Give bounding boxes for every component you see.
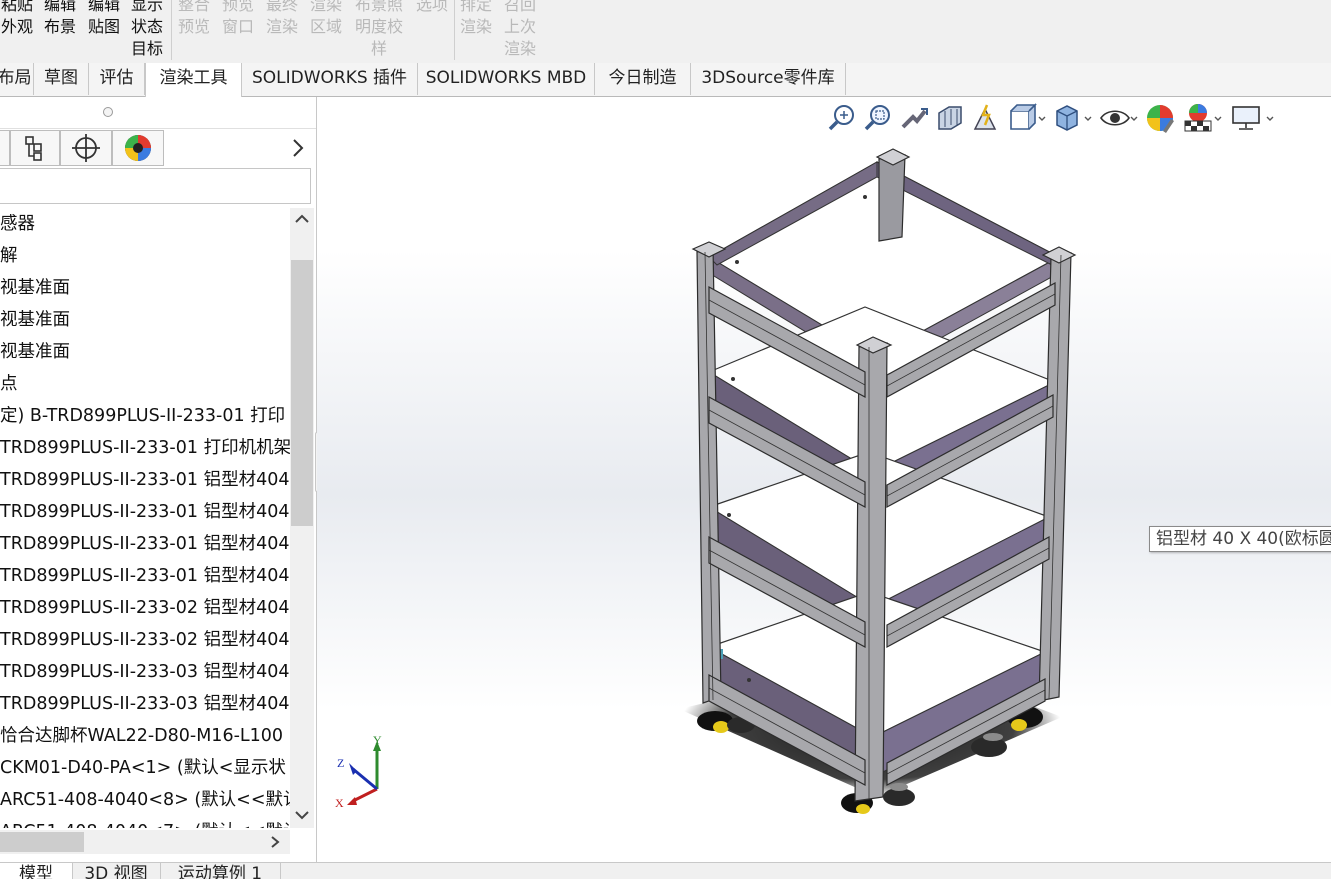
tree-item-origin[interactable]: 点	[0, 368, 18, 400]
tree-horizontal-scrollbar[interactable]	[0, 830, 290, 854]
tab-render-tools[interactable]: 渲染工具	[145, 63, 242, 97]
tab-3d-view[interactable]: 3D 视图	[72, 863, 161, 879]
feature-manager-panel: 感器 解 视基准面 视基准面 视基准面 点 定) B-TRD899PLUS-II…	[0, 97, 317, 862]
tab-layout[interactable]: 布局	[0, 63, 34, 95]
tree-item-sensors[interactable]: 感器	[0, 208, 35, 240]
appearance-tab[interactable]	[112, 130, 164, 166]
tree-item-component[interactable]: ARC51-408-4040<8> (默认<<默认	[0, 784, 290, 816]
tree-item-component[interactable]: TRD899PLUS-II-233-01 铝型材404(	[0, 496, 290, 528]
crosshair-icon	[72, 134, 100, 162]
integrated-preview-button[interactable]: 整合 预览	[174, 0, 214, 38]
panel-icon-bar	[0, 128, 316, 169]
tree-item-component[interactable]: CKM01-D40-PA<1> (默认<显示状	[0, 752, 286, 784]
tree-item-component[interactable]: TRD899PLUS-II-233-01 铝型材404(	[0, 528, 290, 560]
property-manager-tab[interactable]	[10, 130, 60, 166]
tree-item-annotations[interactable]: 解	[0, 240, 18, 272]
property-manager-icon	[25, 136, 42, 161]
component-tooltip: 铝型材 40 X 40(欧标圆	[1149, 526, 1331, 552]
tree-item-top-plane[interactable]: 视基准面	[0, 304, 70, 336]
tab-solidworks-mbd[interactable]: SOLIDWORKS MBD	[418, 63, 595, 95]
ribbon-separator	[171, 0, 172, 60]
tab-sketch[interactable]: 草图	[34, 63, 89, 95]
tab-evaluate[interactable]: 评估	[89, 63, 145, 95]
tree-item-right-plane[interactable]: 视基准面	[0, 336, 70, 368]
tree-item-component[interactable]: TRD899PLUS-II-233-02 铝型材404(	[0, 592, 290, 624]
chevron-right-icon[interactable]	[288, 136, 308, 160]
graphics-viewport[interactable]: Y Z X	[317, 97, 1331, 862]
scroll-up-icon[interactable]	[294, 212, 310, 226]
tab-solidworks-addins[interactable]: SOLIDWORKS 插件	[242, 63, 418, 95]
tree-item-component[interactable]: TRD899PLUS-II-233-01 铝型材404(	[0, 560, 290, 592]
triad-z-label: Z	[337, 756, 344, 770]
tree-item-component[interactable]: ARC51-408-4040<7> (默认<<默认	[0, 816, 290, 828]
scrollbar-thumb[interactable]	[291, 260, 313, 526]
bottom-tabs: 模型 3D 视图 运动算例 1	[0, 862, 1331, 879]
tree-item-component[interactable]: 定) B-TRD899PLUS-II-233-01 打印	[0, 400, 285, 432]
coordinate-triad: Y Z X	[335, 733, 382, 810]
feature-tree-tab[interactable]	[0, 130, 10, 166]
tree-filter-input[interactable]	[0, 168, 311, 204]
tree-item-component[interactable]: TRD899PLUS-II-233-02 铝型材404(	[0, 624, 290, 656]
feature-tree: 感器 解 视基准面 视基准面 视基准面 点 定) B-TRD899PLUS-II…	[0, 208, 290, 828]
tab-model[interactable]: 模型	[0, 863, 73, 879]
display-state-target-button[interactable]: 显示 状态 目标	[127, 0, 167, 60]
ribbon-separator	[454, 0, 455, 60]
edit-scene-button[interactable]: 编辑 布景	[40, 0, 80, 38]
command-manager-tabs: 布局 草图 评估 渲染工具 SOLIDWORKS 插件 SOLIDWORKS M…	[0, 63, 1331, 97]
ribbon: 粘贴 外观 编辑 布景 编辑 贴图 显示 状态 目标 整合 预览 预览 窗口 最终 渲染 渲染区…	[0, 0, 1331, 64]
tree-item-component[interactable]: TRD899PLUS-II-233-03 铝型材404(	[0, 688, 290, 720]
tree-item-front-plane[interactable]: 视基准面	[0, 272, 70, 304]
triad-x-label: X	[335, 796, 344, 810]
tree-item-component[interactable]: TRD899PLUS-II-233-01 打印机机架J	[0, 432, 290, 464]
scrollbar-thumb[interactable]	[0, 832, 84, 852]
scene-illumination-proof-button[interactable]: 布景照 明度校样	[350, 0, 408, 60]
tree-item-component[interactable]: 恰合达脚杯WAL22-D80-M16-L100	[0, 720, 283, 752]
tree-item-component[interactable]: TRD899PLUS-II-233-01 铝型材404(	[0, 464, 290, 496]
tree-item-component[interactable]: TRD899PLUS-II-233-03 铝型材404(	[0, 656, 290, 688]
recall-last-render-button[interactable]: 召回 上次 渲染	[500, 0, 540, 60]
tree-vertical-scrollbar[interactable]	[290, 208, 314, 828]
dimxpert-tab[interactable]	[60, 130, 112, 166]
preview-window-button[interactable]: 预览 窗口	[218, 0, 258, 38]
final-render-button[interactable]: 最终 渲染	[262, 0, 302, 38]
options-button[interactable]: 选项	[412, 0, 452, 16]
panel-grip[interactable]	[103, 107, 113, 117]
assembly-model[interactable]: Y Z X	[317, 97, 1331, 862]
triad-y-label: Y	[373, 733, 382, 747]
schedule-render-button[interactable]: 排定 渲染	[456, 0, 496, 38]
render-region-button[interactable]: 渲染 区域	[306, 0, 346, 38]
appearance-ball-icon	[125, 135, 151, 161]
tab-today-manufacturing[interactable]: 今日制造	[595, 63, 691, 95]
paste-appearance-button[interactable]: 粘贴 外观	[0, 0, 34, 38]
scroll-right-icon[interactable]	[268, 835, 282, 849]
tab-motion-study[interactable]: 运动算例 1	[160, 863, 281, 879]
edit-decal-button[interactable]: 编辑 贴图	[84, 0, 124, 38]
scroll-down-icon[interactable]	[294, 808, 310, 822]
tab-3dsource-library[interactable]: 3DSource零件库	[691, 63, 846, 95]
